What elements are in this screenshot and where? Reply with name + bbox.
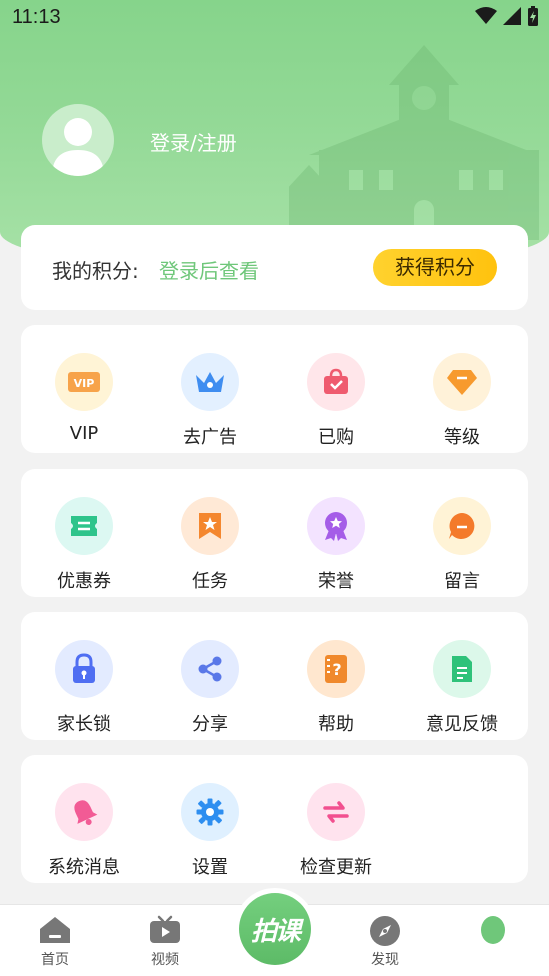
menu-item-remove-ads[interactable]: 去广告 (147, 353, 273, 449)
menu-label: 检查更新 (300, 857, 372, 878)
signal-icon (503, 7, 521, 25)
profile-dot-icon (481, 916, 505, 944)
section-tools: 家长锁 分享 ? 帮助 意见反馈 (21, 612, 528, 740)
battery-icon (528, 6, 538, 26)
login-register-link[interactable]: 登录/注册 (150, 127, 237, 156)
menu-item-settings[interactable]: 设置 (147, 783, 273, 879)
menu-label: 分享 (192, 714, 228, 735)
menu-item-purchased[interactable]: 已购 (273, 353, 399, 449)
menu-item-coupon[interactable]: 优惠券 (21, 497, 147, 593)
menu-item-system-message[interactable]: 系统消息 (21, 783, 147, 879)
section-system: 系统消息 设置 检查更新 (21, 755, 528, 883)
task-bookmark-icon (181, 497, 239, 555)
diamond-icon (433, 353, 491, 411)
status-bar: 11:13 (0, 0, 549, 38)
compass-icon (370, 916, 400, 946)
svg-text:?: ? (332, 660, 341, 679)
menu-item-share[interactable]: 分享 (147, 640, 273, 736)
message-bubble-icon (433, 497, 491, 555)
menu-item-task[interactable]: 任务 (147, 497, 273, 593)
menu-item-parent-lock[interactable]: 家长锁 (21, 640, 147, 736)
menu-item-help[interactable]: ? 帮助 (273, 640, 399, 736)
nav-label: 视频 (151, 952, 179, 968)
menu-item-feedback[interactable]: 意见反馈 (399, 640, 525, 736)
update-arrows-icon (307, 783, 365, 841)
status-time: 11:13 (12, 6, 61, 28)
nav-center-button[interactable]: 拍课 (234, 888, 316, 970)
menu-label: 优惠券 (57, 571, 111, 592)
bell-icon (55, 783, 113, 841)
get-points-button[interactable]: 获得积分 (373, 249, 497, 286)
crown-icon (181, 353, 239, 411)
lock-icon (55, 640, 113, 698)
avatar[interactable] (42, 104, 114, 176)
menu-label: 等级 (444, 427, 480, 448)
menu-label: 去广告 (183, 427, 237, 448)
coupon-icon (55, 497, 113, 555)
menu-label: 帮助 (318, 714, 354, 735)
menu-label: VIP (69, 423, 99, 444)
nav-label: 发现 (371, 952, 399, 968)
menu-label: 荣誉 (318, 571, 354, 592)
section-membership: VIP VIP 去广告 已购 等级 (21, 325, 528, 453)
menu-label: 意见反馈 (426, 714, 498, 735)
vip-icon: VIP (55, 353, 113, 411)
medal-icon (307, 497, 365, 555)
brand-logo-text: 拍课 (250, 916, 301, 947)
menu-item-level[interactable]: 等级 (399, 353, 525, 449)
menu-label: 设置 (192, 857, 228, 878)
points-label: 我的积分: (52, 259, 139, 283)
purchased-bag-icon (307, 353, 365, 411)
menu-label: 留言 (444, 571, 480, 592)
menu-item-honor[interactable]: 荣誉 (273, 497, 399, 593)
points-value[interactable]: 登录后查看 (159, 255, 259, 284)
points-card: 我的积分: 登录后查看 获得积分 (21, 225, 528, 310)
menu-item-message[interactable]: 留言 (399, 497, 525, 593)
menu-item-check-update[interactable]: 检查更新 (273, 783, 399, 879)
menu-label: 任务 (192, 571, 228, 592)
svg-text:VIP: VIP (74, 377, 95, 390)
menu-item-vip[interactable]: VIP VIP (21, 353, 147, 444)
help-book-icon: ? (307, 640, 365, 698)
gear-icon (181, 783, 239, 841)
brand-logo-icon: 拍课 (239, 893, 311, 965)
user-avatar-icon (52, 118, 104, 176)
section-activity: 优惠券 任务 荣誉 留言 (21, 469, 528, 597)
menu-label: 系统消息 (48, 857, 120, 878)
nav-label: 首页 (41, 952, 69, 968)
tv-video-icon (150, 915, 180, 943)
wifi-icon (475, 7, 497, 24)
menu-label: 已购 (318, 427, 354, 448)
school-illustration (289, 45, 539, 240)
share-icon (181, 640, 239, 698)
feedback-document-icon (433, 640, 491, 698)
home-icon (40, 917, 70, 943)
menu-label: 家长锁 (57, 714, 111, 735)
